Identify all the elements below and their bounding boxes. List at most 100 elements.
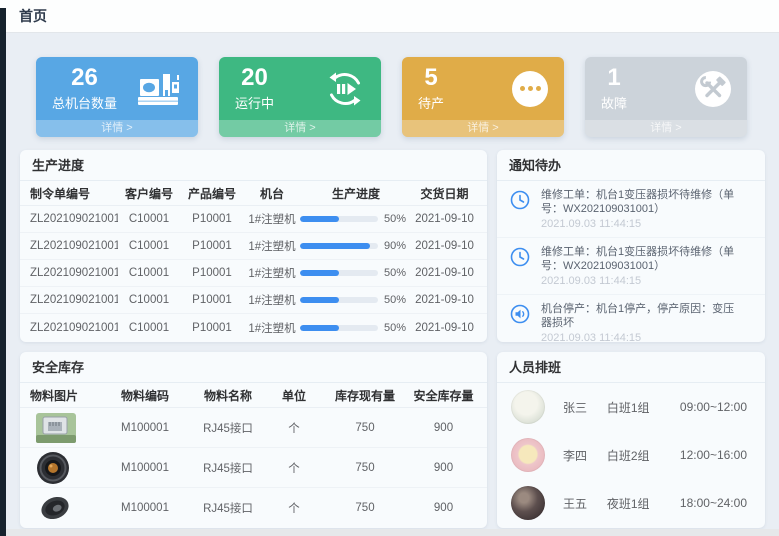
avatar-zhangsan <box>511 390 545 424</box>
production-row: ZL202109021001 C10001 P10001 1#注塑机 50% 2… <box>20 260 487 287</box>
staff-shift: 夜班1组 <box>607 495 680 512</box>
progress-bar <box>300 216 378 222</box>
safety-stock-panel: 安全库存 物料图片 物料编码 物料名称 单位 库存现有量 安全库存量 <box>20 352 487 528</box>
production-row: ZL202109021001 C10001 P10001 1#注塑机 50% 2… <box>20 314 487 341</box>
notification-text: 机台停产：机台1停产，停产原因：变压器损坏 <box>541 302 741 330</box>
machine-name: 1#注塑机 <box>244 320 300 336</box>
schedule-row: 王五 夜班1组 18:00~24:00 <box>497 479 765 527</box>
schedule-row: 张三 白班1组 09:00~12:00 <box>497 383 765 431</box>
card-main: 5 待产 <box>402 57 564 120</box>
progress-bar <box>300 297 378 303</box>
delivery-date: 2021-09-10 <box>412 240 477 252</box>
card-fault[interactable]: 1 故障 <box>585 57 747 137</box>
avatar-wangwu <box>511 486 545 520</box>
notification-item[interactable]: 维修工单：机台1变压器损坏待维修（单号：WX202109031001） 2021… <box>497 238 765 295</box>
staff-time: 18:00~24:00 <box>680 496 751 510</box>
notifications-panel: 通知待办 维修工单：机台1变压器损坏待维修（单号：WX202109031001）… <box>497 150 765 342</box>
card-text: 1 故障 <box>601 65 627 112</box>
order-no: ZL202109021001 <box>30 213 118 225</box>
card-main: 26 总机台数量 <box>36 57 198 120</box>
product-no: P10001 <box>180 294 244 306</box>
current-stock: 750 <box>320 502 410 514</box>
material-unit: 个 <box>268 460 320 476</box>
card-total-machines[interactable]: 26 总机台数量 <box>36 57 198 137</box>
machine-name: 1#注塑机 <box>244 211 300 227</box>
ellipsis-icon <box>512 71 548 107</box>
progress-percent: 50% <box>384 322 406 334</box>
production-panel-title: 生产进度 <box>20 150 487 181</box>
col-delivery-date: 交货日期 <box>412 185 477 202</box>
col-order-no: 制令单编号 <box>30 185 118 202</box>
customer-no: C10001 <box>118 322 180 334</box>
tools-icon <box>695 71 731 107</box>
schedule-row: 李四 白班2组 12:00~16:00 <box>497 431 765 479</box>
machine-name: 1#注塑机 <box>244 292 300 308</box>
fault-label: 故障 <box>601 93 627 112</box>
notification-body: 机台停产：机台1停产，停产原因：变压器损坏 2021.09.03 11:44:1… <box>541 302 741 342</box>
safety-stock-panel-title: 安全库存 <box>20 352 487 383</box>
notification-time: 2021.09.03 11:44:15 <box>541 218 741 231</box>
page-title: 首页 <box>19 6 47 26</box>
fault-detail-link[interactable]: 详情 > <box>585 120 747 137</box>
notification-item[interactable]: 机台停产：机台1停产，停产原因：变压器损坏 2021.09.03 11:44:1… <box>497 295 765 342</box>
product-no: P10001 <box>180 322 244 334</box>
production-row: ZL202109021001 C10001 P10001 1#注塑机 90% 2… <box>20 233 487 260</box>
progress-bar <box>300 270 378 276</box>
machine-name: 1#注塑机 <box>244 265 300 281</box>
progress-cell: 50% <box>300 322 412 334</box>
notification-item[interactable]: 维修工单：机台1变压器损坏待维修（单号：WX202109031001） 2021… <box>497 181 765 238</box>
waiting-label: 待产 <box>418 93 444 112</box>
progress-percent: 50% <box>384 267 406 279</box>
dashboard-screen: 首页 26 总机台数量 <box>0 0 779 536</box>
col-customer-no: 客户编号 <box>118 185 180 202</box>
material-name: RJ45接口 <box>188 460 268 476</box>
material-name: RJ45接口 <box>188 420 268 436</box>
material-code: M100001 <box>102 502 188 514</box>
material-code: M100001 <box>102 422 188 434</box>
order-no: ZL202109021001 <box>30 294 118 306</box>
content-area: 26 总机台数量 <box>6 33 779 536</box>
waiting-value: 5 <box>424 65 437 91</box>
delivery-date: 2021-09-10 <box>412 213 477 225</box>
inventory-row: M100001 RJ45接口 个 750 900 <box>20 448 487 488</box>
machine-name: 1#注塑机 <box>244 238 300 254</box>
clock-icon <box>509 189 531 211</box>
col-material-name: 物料名称 <box>188 387 268 404</box>
machine-icon <box>136 71 182 107</box>
fault-value: 1 <box>607 65 620 91</box>
delivery-date: 2021-09-10 <box>412 267 477 279</box>
card-text: 20 运行中 <box>235 65 274 112</box>
speaker-cone-image <box>30 491 102 525</box>
waiting-detail-link[interactable]: 详情 > <box>402 120 564 137</box>
col-safety-stock: 安全库存量 <box>410 387 477 404</box>
col-machine: 机台 <box>244 185 300 202</box>
safety-stock: 900 <box>410 502 477 514</box>
delivery-date: 2021-09-10 <box>412 294 477 306</box>
product-no: P10001 <box>180 240 244 252</box>
product-no: P10001 <box>180 213 244 225</box>
horizontal-scrollbar-track[interactable] <box>6 529 779 536</box>
card-main: 1 故障 <box>585 57 747 120</box>
staff-shift: 白班2组 <box>607 447 680 464</box>
material-code: M100001 <box>102 462 188 474</box>
avatar-lisi <box>511 438 545 472</box>
current-stock: 750 <box>320 422 410 434</box>
staff-name: 王五 <box>563 495 607 512</box>
speaker-front-image <box>30 451 102 485</box>
card-main: 20 运行中 <box>219 57 381 120</box>
material-unit: 个 <box>268 420 320 436</box>
notification-text: 维修工单：机台1变压器损坏待维修（单号：WX202109031001） <box>541 188 741 216</box>
running-value: 20 <box>241 65 268 91</box>
total-machines-detail-link[interactable]: 详情 > <box>36 120 198 137</box>
customer-no: C10001 <box>118 240 180 252</box>
card-running[interactable]: 20 运行中 <box>219 57 381 137</box>
card-waiting[interactable]: 5 待产 详情 > <box>402 57 564 137</box>
running-detail-link[interactable]: 详情 > <box>219 120 381 137</box>
progress-percent: 50% <box>384 294 406 306</box>
col-unit: 单位 <box>268 387 320 404</box>
safety-stock: 900 <box>410 422 477 434</box>
clock-icon <box>509 246 531 268</box>
staff-schedule-panel: 人员排班 张三 白班1组 09:00~12:00 李四 白班2组 12:00~1… <box>497 352 765 528</box>
col-material-code: 物料编码 <box>102 387 188 404</box>
current-stock: 750 <box>320 462 410 474</box>
